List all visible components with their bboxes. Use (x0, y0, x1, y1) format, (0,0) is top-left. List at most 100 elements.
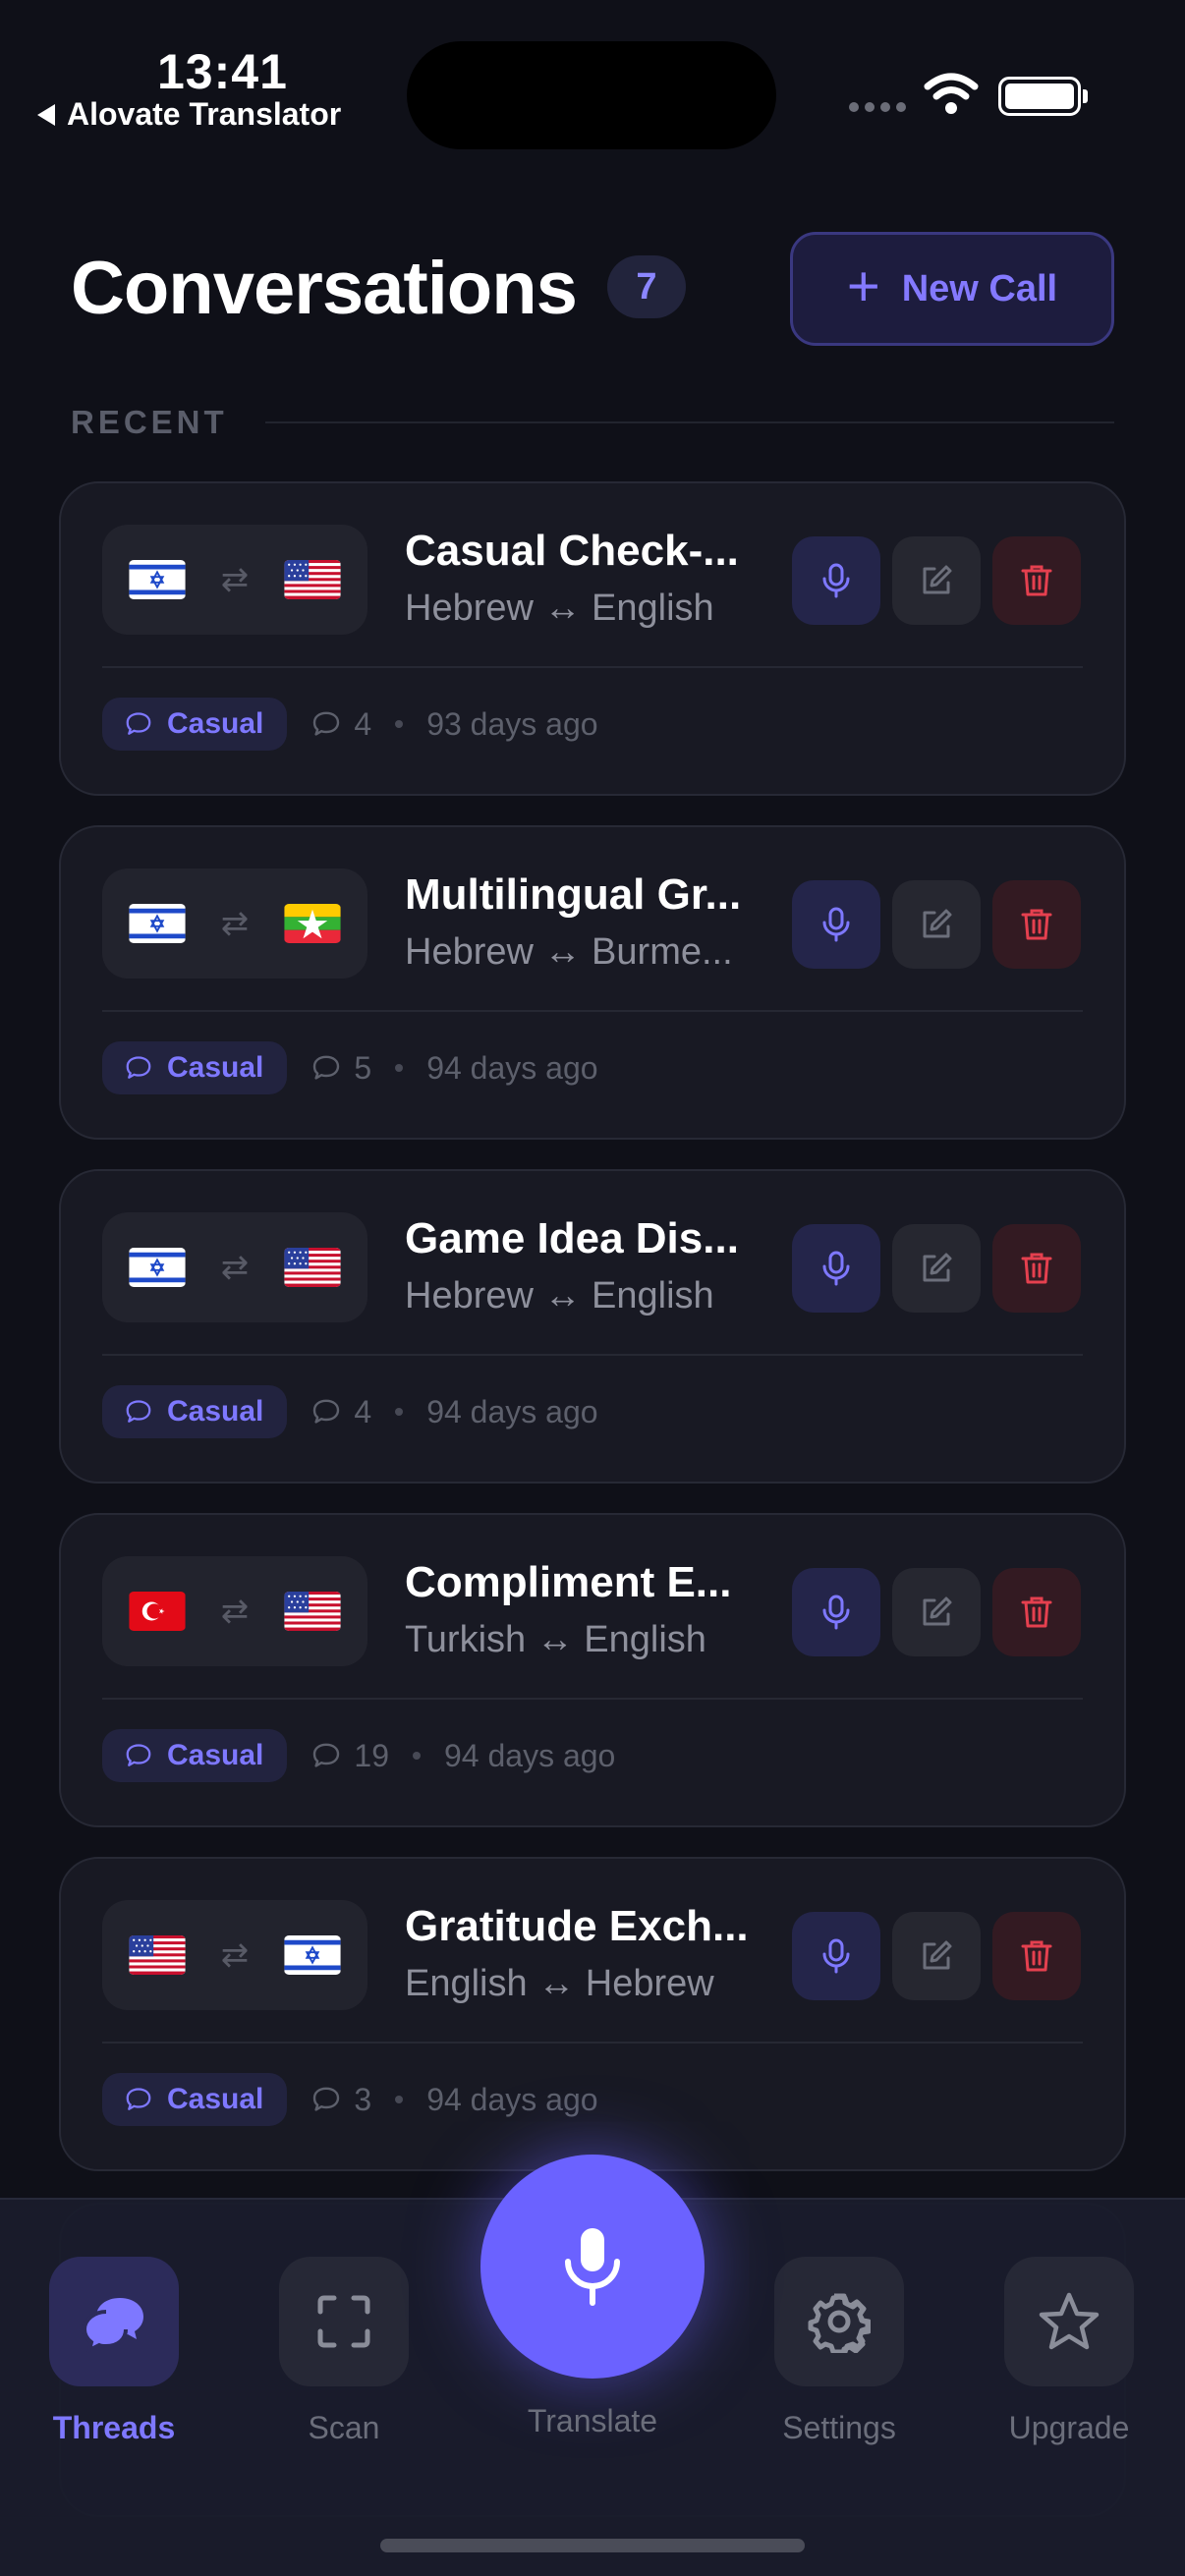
back-app-label: Alovate Translator (67, 96, 342, 132)
chat-tag-icon (124, 1397, 153, 1427)
message-bubble-icon (310, 1740, 342, 1771)
edit-icon (917, 561, 956, 600)
delete-button[interactable] (992, 1224, 1081, 1313)
message-count: 4 (310, 706, 371, 743)
conversation-card[interactable]: ⇄ Multilingual Gr... Hebrew ↔ Burme... C… (59, 825, 1126, 1140)
chat-tag-icon (124, 709, 153, 739)
trash-icon (1017, 561, 1056, 600)
message-count: 19 (310, 1738, 389, 1774)
message-count: 3 (310, 2082, 371, 2118)
resume-call-button[interactable] (792, 1912, 880, 2000)
conversation-title: Multilingual Gr... (405, 870, 742, 919)
tab-scan[interactable]: Scan (265, 2257, 423, 2446)
resume-call-button[interactable] (792, 880, 880, 969)
conversation-card[interactable]: ⇄ Game Idea Dis... Hebrew ↔ English Casu… (59, 1169, 1126, 1484)
language-flags: ⇄ (102, 868, 367, 979)
language-flags: ⇄ (102, 525, 367, 635)
resume-call-button[interactable] (792, 536, 880, 625)
trash-icon (1017, 1593, 1056, 1632)
tab-settings[interactable]: Settings (761, 2257, 918, 2446)
conversation-card[interactable]: ⇄ Casual Check-... Hebrew ↔ English Casu… (59, 481, 1126, 796)
conversation-card[interactable]: ⇄ Gratitude Exch... English ↔ Hebrew Cas… (59, 1857, 1126, 2171)
usa-flag-icon (284, 1248, 341, 1287)
translate-mic-button[interactable] (480, 2155, 705, 2379)
swap-arrows-icon: ⇄ (220, 1249, 250, 1286)
page-header: Conversations 7 + New Call (71, 232, 1114, 346)
back-arrow-icon (37, 103, 55, 126)
category-tag: Casual (102, 1385, 288, 1438)
delete-button[interactable] (992, 880, 1081, 969)
card-footer: Casual 19 94 days ago (102, 1729, 615, 1782)
conversation-count-badge: 7 (607, 255, 686, 318)
category-tag: Casual (102, 1729, 288, 1782)
card-divider (102, 1698, 1083, 1700)
card-footer: Casual 5 94 days ago (102, 1041, 598, 1094)
microphone-icon (565, 2228, 620, 2306)
status-time: 13:41 (157, 44, 288, 99)
trash-icon (1017, 1249, 1056, 1288)
back-to-app-link[interactable]: Alovate Translator (37, 96, 341, 133)
conversation-languages: Turkish ↔ English (405, 1619, 706, 1660)
separator-dot (412, 1752, 421, 1760)
usa-flag-icon (284, 1592, 341, 1631)
delete-button[interactable] (992, 536, 1081, 625)
usa-flag-icon (284, 560, 341, 599)
page-title: Conversations (71, 247, 578, 330)
trash-icon (1017, 1936, 1056, 1976)
wifi-icon (924, 73, 979, 114)
turkey-flag-icon (129, 1592, 186, 1631)
card-divider (102, 1010, 1083, 1012)
star-icon (1004, 2257, 1134, 2386)
card-divider (102, 1354, 1083, 1356)
microphone-icon (817, 1249, 856, 1288)
conversation-title: Compliment E... (405, 1558, 732, 1606)
last-updated: 93 days ago (426, 705, 598, 742)
edit-icon (917, 1593, 956, 1632)
language-flags: ⇄ (102, 1900, 367, 2010)
conversation-title: Casual Check-... (405, 527, 739, 575)
dynamic-island (407, 41, 776, 149)
new-call-button[interactable]: + New Call (790, 232, 1114, 346)
rename-button[interactable] (892, 1568, 981, 1656)
message-count: 4 (310, 1394, 371, 1430)
conversation-card[interactable]: ⇄ Compliment E... Turkish ↔ English Casu… (59, 1513, 1126, 1827)
card-footer: Casual 3 94 days ago (102, 2073, 598, 2126)
tab-threads[interactable]: Threads (35, 2257, 193, 2446)
edit-icon (917, 1249, 956, 1288)
delete-button[interactable] (992, 1568, 1081, 1656)
israel-flag-icon (129, 1248, 186, 1287)
tab-upgrade[interactable]: Upgrade (990, 2257, 1148, 2446)
gear-icon (774, 2257, 904, 2386)
rename-button[interactable] (892, 536, 981, 625)
rename-button[interactable] (892, 1912, 981, 2000)
swap-arrows-icon: ⇄ (220, 905, 250, 942)
cellular-signal-icon (849, 102, 906, 112)
chat-bubbles-icon (49, 2257, 179, 2386)
separator-dot (395, 2096, 404, 2103)
last-updated: 94 days ago (443, 1737, 616, 1773)
plus-icon: + (846, 254, 880, 318)
new-call-label: New Call (901, 267, 1058, 309)
resume-call-button[interactable] (792, 1224, 880, 1313)
israel-flag-icon (129, 904, 186, 943)
swap-arrows-icon: ⇄ (220, 1936, 250, 1974)
rename-button[interactable] (892, 880, 981, 969)
message-bubble-icon (310, 2084, 342, 2115)
conversation-languages: Hebrew ↔ English (405, 588, 714, 629)
edit-icon (917, 1936, 956, 1976)
category-tag: Casual (102, 698, 288, 751)
conversation-languages: English ↔ Hebrew (405, 1963, 714, 2004)
chat-tag-icon (124, 1053, 153, 1083)
chat-tag-icon (124, 2085, 153, 2114)
delete-button[interactable] (992, 1912, 1081, 2000)
section-label: RECENT (71, 404, 228, 440)
tab-translate-label: Translate (527, 2403, 658, 2438)
separator-dot (395, 1064, 404, 1072)
resume-call-button[interactable] (792, 1568, 880, 1656)
battery-tip (1083, 89, 1088, 103)
language-flags: ⇄ (102, 1556, 367, 1666)
separator-dot (395, 1408, 404, 1416)
separator-dot (395, 720, 404, 728)
rename-button[interactable] (892, 1224, 981, 1313)
card-divider (102, 666, 1083, 668)
